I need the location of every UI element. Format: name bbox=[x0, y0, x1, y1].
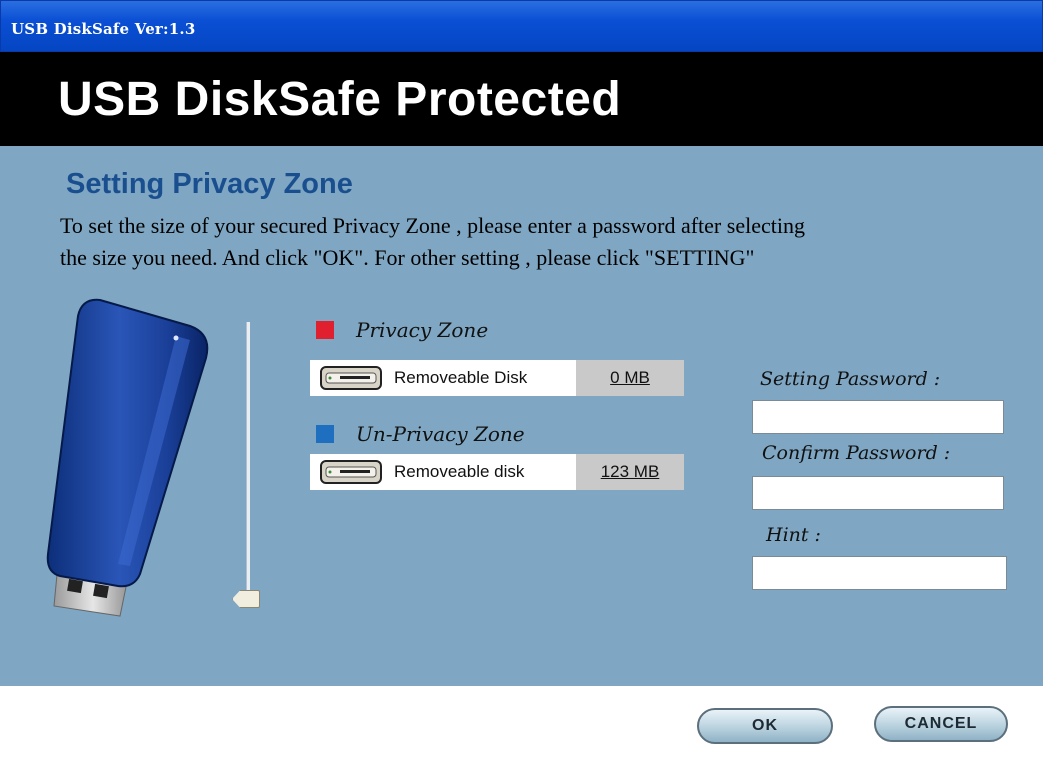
removable-disk-icon bbox=[320, 366, 382, 390]
instructions-text: To set the size of your secured Privacy … bbox=[60, 210, 1040, 274]
header-banner: USB DiskSafe Protected bbox=[0, 52, 1043, 146]
instructions-line-1: To set the size of your secured Privacy … bbox=[60, 213, 805, 238]
app-window: USB DiskSafe Ver:1.3 USB DiskSafe Protec… bbox=[0, 0, 1043, 762]
section-title: Setting Privacy Zone bbox=[66, 168, 353, 200]
setting-password-input[interactable] bbox=[752, 400, 1004, 434]
hint-input[interactable] bbox=[752, 556, 1007, 590]
banner-title: USB DiskSafe Protected bbox=[58, 73, 622, 126]
hint-label: Hint : bbox=[766, 524, 821, 546]
instructions-line-2: the size you need. And click "OK". For o… bbox=[60, 245, 755, 270]
privacy-disk-row: Removeable Disk 0 MB bbox=[310, 360, 684, 396]
privacy-disk-size: 0 MB bbox=[576, 360, 684, 396]
privacy-disk-name: Removeable Disk bbox=[394, 368, 528, 387]
title-bar[interactable]: USB DiskSafe Ver:1.3 bbox=[0, 0, 1043, 52]
zone-slider-thumb[interactable] bbox=[232, 590, 260, 608]
button-bar: OK CANCEL bbox=[0, 686, 1043, 762]
unprivacy-zone-legend: Un-Privacy Zone bbox=[316, 422, 525, 446]
setting-password-label: Setting Password : bbox=[760, 368, 941, 390]
unprivacy-disk-row: Removeable disk 123 MB bbox=[310, 454, 684, 490]
privacy-zone-legend: Privacy Zone bbox=[316, 318, 488, 342]
confirm-password-label: Confirm Password : bbox=[762, 442, 951, 464]
unprivacy-zone-label: Un-Privacy Zone bbox=[356, 422, 525, 446]
usb-drive-icon bbox=[46, 298, 209, 617]
zone-slider-track[interactable] bbox=[246, 322, 250, 602]
main-panel: Setting Privacy Zone To set the size of … bbox=[0, 146, 1043, 686]
cancel-button[interactable]: CANCEL bbox=[874, 706, 1008, 742]
ok-button[interactable]: OK bbox=[697, 708, 833, 744]
unprivacy-disk-name: Removeable disk bbox=[394, 462, 525, 481]
confirm-password-input[interactable] bbox=[752, 476, 1004, 510]
window-title: USB DiskSafe Ver:1.3 bbox=[11, 20, 196, 38]
unprivacy-zone-swatch bbox=[316, 425, 334, 443]
removable-disk-icon bbox=[320, 460, 382, 484]
privacy-zone-swatch bbox=[316, 321, 334, 339]
privacy-zone-label: Privacy Zone bbox=[356, 318, 489, 342]
unprivacy-disk-size: 123 MB bbox=[576, 454, 684, 490]
